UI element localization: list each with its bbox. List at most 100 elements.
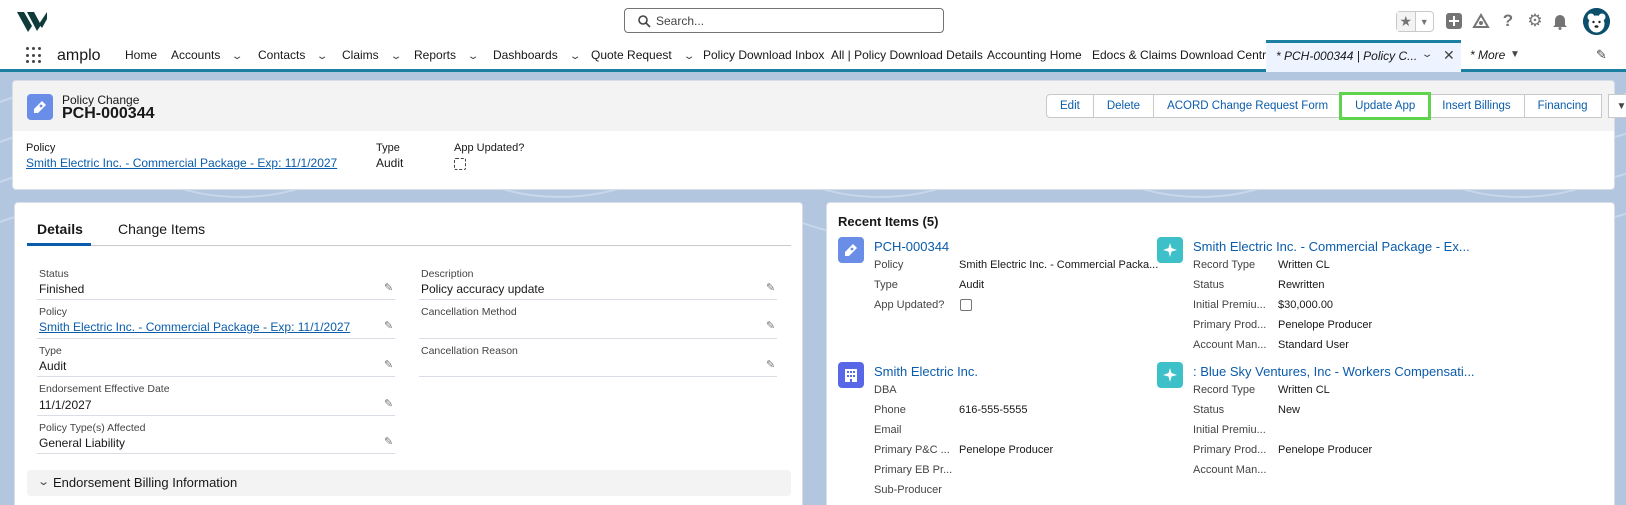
field-divider <box>419 376 777 377</box>
nav-item-label: Edocs & Claims Download Central <box>1092 48 1276 62</box>
edit-policy-types-pencil-icon[interactable]: ✎ <box>384 435 396 448</box>
recent-item-field-label: Account Man... <box>1193 464 1267 476</box>
field-divider <box>37 376 395 377</box>
setup-gear-icon[interactable]: ⚙ <box>1524 10 1546 32</box>
endorsement-billing-section-toggle[interactable]: ⌄ Endorsement Billing Information <box>27 470 791 496</box>
chevron-down-icon[interactable]: ⌄ <box>1421 49 1434 60</box>
edit-endorsement-date-pencil-icon[interactable]: ✎ <box>384 397 396 410</box>
field-divider <box>37 453 395 454</box>
tab-active-record[interactable]: * PCH-000344 | Policy C... ⌄ ✕ <box>1266 40 1461 72</box>
edit-cancellation-reason-pencil-icon[interactable]: ✎ <box>766 358 778 371</box>
highlight-app-updated-checkbox <box>454 158 466 170</box>
nav-item-edocs-claims[interactable]: Edocs & Claims Download Central <box>1092 48 1275 62</box>
edit-cancellation-method-pencil-icon[interactable]: ✎ <box>766 319 778 332</box>
chevron-down-icon[interactable]: ⌄ <box>231 51 244 62</box>
edit-policy-pencil-icon[interactable]: ✎ <box>384 319 396 332</box>
highlight-policy-link[interactable]: Smith Electric Inc. - Commercial Package… <box>26 156 337 170</box>
recent-item-field-label: Status <box>1193 279 1225 291</box>
recent-item-field-value: Written CL <box>1278 384 1330 396</box>
help-icon[interactable]: ? <box>1497 10 1519 32</box>
edit-status-pencil-icon[interactable]: ✎ <box>384 281 396 294</box>
recent-item-field-value: 616-555-5555 <box>959 404 1028 416</box>
field-policy-types-value: General Liability <box>39 436 126 450</box>
nav-item-accounts[interactable]: Accounts ⌄ <box>171 48 244 62</box>
chevron-down-icon[interactable]: ⌄ <box>390 51 403 62</box>
field-policy-link[interactable]: Smith Electric Inc. - Commercial Package… <box>39 320 350 334</box>
recent-item-title-link[interactable]: PCH-000344 <box>874 239 949 254</box>
chevron-down-icon[interactable]: ⌄ <box>467 51 480 62</box>
edit-description-pencil-icon[interactable]: ✎ <box>766 281 778 294</box>
field-policy-label: Policy <box>39 306 68 318</box>
nav-item-label: Accounting Home <box>987 48 1082 62</box>
user-avatar[interactable] <box>1583 8 1610 35</box>
app-name: amplo <box>57 47 101 64</box>
highlight-app-updated-label: App Updated? <box>454 142 525 154</box>
chevron-down-icon[interactable]: ⌄ <box>316 51 329 62</box>
recent-item-title-link[interactable]: Smith Electric Inc. - Commercial Package… <box>1193 239 1470 254</box>
nav-item-label: Policy Download Inbox <box>703 48 825 62</box>
chevron-down-icon[interactable]: ▼ <box>1416 12 1434 31</box>
add-icon[interactable] <box>1443 10 1465 32</box>
record-header: Policy Change PCH-000344 Edit Delete ACO… <box>12 80 1626 190</box>
edit-type-pencil-icon[interactable]: ✎ <box>384 358 396 371</box>
edit-button[interactable]: Edit <box>1046 94 1094 118</box>
highlight-type-label: Type <box>376 142 400 154</box>
trailhead-icon[interactable] <box>1470 10 1492 32</box>
recent-item-field-value: Penelope Producer <box>1278 319 1373 331</box>
nav-more[interactable]: * More <box>1470 48 1505 62</box>
nav-item-dashboards[interactable]: Dashboards ⌄ <box>493 48 582 62</box>
nav-item-home[interactable]: Home <box>125 48 157 62</box>
nav-item-policy-download-inbox[interactable]: Policy Download Inbox <box>703 48 824 62</box>
chevron-down-icon[interactable]: ⌄ <box>569 51 582 62</box>
chevron-down-icon[interactable]: ⌄ <box>683 51 696 62</box>
star-icon[interactable]: ★ <box>1397 12 1416 31</box>
recent-items-title: Recent Items (5) <box>838 214 939 229</box>
caret-down-icon[interactable]: ▼ <box>1510 49 1520 60</box>
nav-item-label: Contacts <box>258 48 306 62</box>
global-search-input[interactable]: Search... <box>624 8 944 33</box>
amplo-logo[interactable] <box>17 10 47 32</box>
favorites-button-group[interactable]: ★ ▼ <box>1396 11 1434 32</box>
field-cancellation-reason-label: Cancellation Reason <box>421 345 518 357</box>
recent-item-title-link[interactable]: : Blue Sky Ventures, Inc - Workers Compe… <box>1193 364 1475 379</box>
field-status-label: Status <box>39 268 69 280</box>
edit-nav-pencil-icon[interactable]: ✎ <box>1596 47 1607 63</box>
highlight-type-value: Audit <box>376 156 404 170</box>
app-launcher-icon[interactable] <box>26 47 43 64</box>
recent-item-field-label: Status <box>1193 404 1225 416</box>
recent-item-field-value: Standard User <box>1278 339 1349 351</box>
recent-item-field-label: Initial Premiu... <box>1193 424 1266 436</box>
recent-item-field-label: Account Man... <box>1193 339 1267 351</box>
recent-item-field-value: New <box>1278 404 1301 416</box>
more-actions-chevron-icon[interactable]: ▼ <box>1607 94 1626 118</box>
insert-billings-button[interactable]: Insert Billings <box>1428 94 1525 118</box>
search-placeholder: Search... <box>656 14 705 28</box>
field-policy-types-label: Policy Type(s) Affected <box>39 422 146 434</box>
close-icon[interactable]: ✕ <box>1443 47 1455 64</box>
policy-change-icon <box>27 94 53 120</box>
bell-icon[interactable] <box>1549 10 1571 32</box>
details-card: Details Change Items Status Finished ✎ P… <box>14 202 803 505</box>
field-divider <box>419 338 777 339</box>
field-divider <box>419 299 777 300</box>
recent-item-field-label: Type <box>874 279 898 291</box>
policy-change-icon <box>838 237 864 263</box>
recent-item-field-value: Smith Electric Inc. - Commercial Packa..… <box>959 259 1159 271</box>
nav-item-contacts[interactable]: Contacts ⌄ <box>258 48 329 62</box>
section-title: Endorsement Billing Information <box>53 475 238 490</box>
tab-divider <box>27 245 791 246</box>
recent-item-title-link[interactable]: Smith Electric Inc. <box>874 364 978 379</box>
tab-change-items[interactable]: Change Items <box>118 221 205 237</box>
update-app-button[interactable]: Update App <box>1339 92 1432 120</box>
field-type-value: Audit <box>39 359 67 373</box>
nav-item-claims[interactable]: Claims ⌄ <box>342 48 403 62</box>
recent-item-field-value: $30,000.00 <box>1278 299 1334 311</box>
acord-change-request-form-button[interactable]: ACORD Change Request Form <box>1153 94 1343 118</box>
delete-button[interactable]: Delete <box>1092 94 1155 118</box>
tab-details[interactable]: Details <box>37 221 83 237</box>
financing-button[interactable]: Financing <box>1523 94 1602 118</box>
nav-item-policy-download-details[interactable]: All | Policy Download Details <box>831 48 983 62</box>
nav-item-accounting-home[interactable]: Accounting Home <box>987 48 1082 62</box>
nav-item-reports[interactable]: Reports ⌄ <box>414 48 480 62</box>
nav-item-quote-request[interactable]: Quote Request ⌄ <box>591 48 696 62</box>
